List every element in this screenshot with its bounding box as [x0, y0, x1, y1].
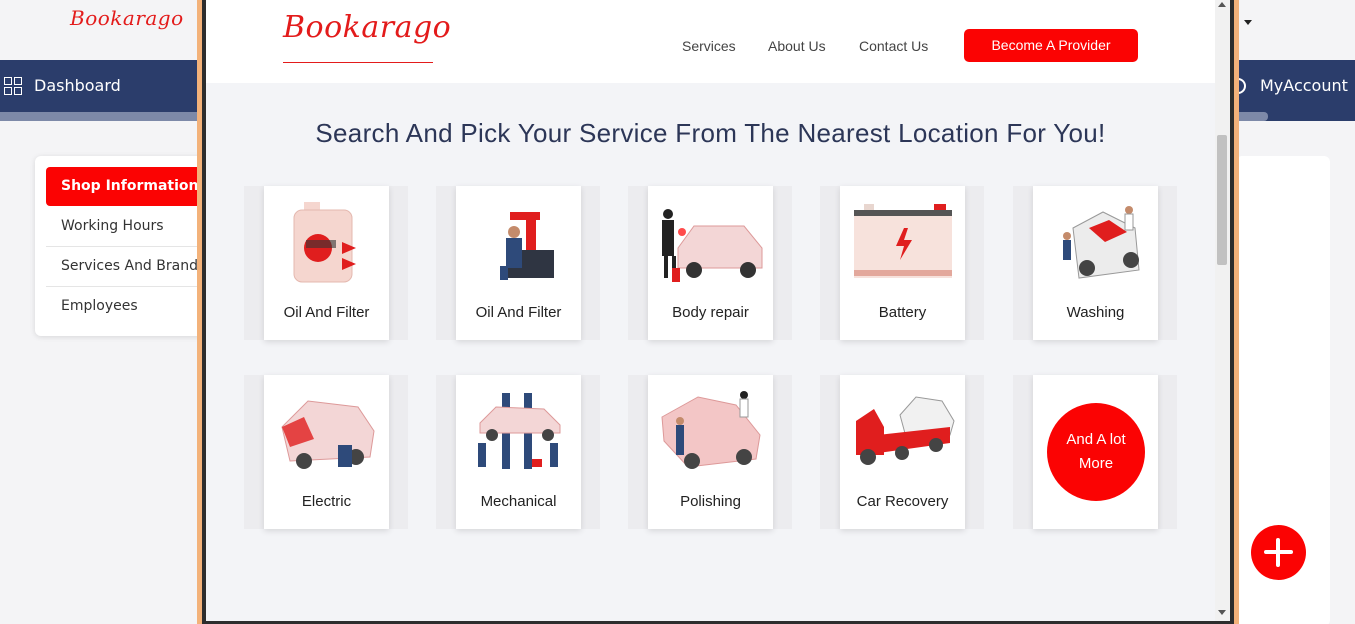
modal-logo-underline	[283, 62, 433, 63]
service-label: Battery	[878, 304, 927, 321]
modal-window: Bookarago Services About Us Contact Us B…	[206, 0, 1215, 621]
modal-header: Bookarago Services About Us Contact Us B…	[206, 0, 1215, 83]
service-tile-wrap: Battery	[820, 186, 984, 340]
welding-car-icon	[662, 209, 763, 282]
service-label: Body repair	[672, 304, 749, 321]
scroll-thumb[interactable]	[1217, 135, 1227, 265]
modal-logo[interactable]: Bookarago	[283, 6, 451, 72]
scroll-up-arrow-icon[interactable]	[1218, 2, 1226, 7]
service-label: Oil And Filter	[283, 304, 370, 321]
car-washing-icon	[1063, 206, 1140, 279]
service-tile-battery[interactable]: Battery	[840, 186, 965, 340]
service-tile-wrap: Electric	[244, 375, 408, 529]
car-lift-icon	[478, 393, 561, 469]
service-tile-oil-filter[interactable]: Oil And Filter	[264, 186, 389, 340]
service-label: Mechanical	[480, 493, 557, 510]
car-polishing-icon	[661, 391, 761, 469]
nav-dashboard[interactable]: Dashboard	[4, 76, 121, 95]
service-label: Car Recovery	[856, 493, 949, 510]
more-services-badge[interactable]: And A lot More	[1047, 403, 1145, 501]
modal-scrollbar[interactable]	[1215, 0, 1230, 621]
nav-dashboard-label: Dashboard	[34, 76, 121, 95]
nav-my-account[interactable]: MyAccount	[1230, 76, 1348, 95]
service-tile-wrap: Oil And Filter	[436, 186, 600, 340]
service-label: Oil And Filter	[475, 304, 562, 321]
sidebar-item-services-and-brand[interactable]: Services And Brand	[46, 247, 206, 287]
nav-services[interactable]: Services	[682, 38, 736, 54]
service-label: Polishing	[680, 493, 741, 510]
scroll-down-arrow-icon[interactable]	[1218, 610, 1226, 615]
service-tile-electric[interactable]: Electric	[264, 375, 389, 529]
service-tile-wrap: Polishing	[628, 375, 792, 529]
oil-can-icon	[293, 202, 356, 283]
service-tile-wrap: Mechanical	[436, 375, 600, 529]
chevron-down-icon[interactable]	[1244, 20, 1252, 25]
grid-icon	[4, 76, 22, 95]
service-tile-mechanical[interactable]: Mechanical	[456, 375, 581, 529]
add-button[interactable]	[1251, 525, 1306, 580]
service-tile-wrap: Body repair	[628, 186, 792, 340]
service-tile-wrap: Oil And Filter	[244, 186, 408, 340]
service-tile-body-repair[interactable]: Body repair	[648, 186, 773, 340]
page-title: Search And Pick Your Service From The Ne…	[315, 118, 1106, 148]
modal-logo-text: Bookarago	[283, 10, 452, 45]
service-tile-more[interactable]: And A lot More	[1033, 375, 1158, 529]
battery-icon	[854, 204, 952, 278]
car-electric-icon	[281, 400, 375, 469]
become-provider-button[interactable]: Become A Provider	[964, 29, 1138, 62]
service-label: Electric	[301, 493, 352, 510]
mechanic-tire-icon	[500, 212, 554, 280]
sidebar-item-employees[interactable]: Employees	[46, 287, 206, 327]
nav-contact-us[interactable]: Contact Us	[859, 38, 928, 54]
background-logo: Bookarago	[70, 6, 184, 30]
sidebar-item-working-hours[interactable]: Working Hours	[46, 207, 206, 247]
service-tile-wrap: And A lot More	[1013, 375, 1177, 529]
sidebar-item-shop-information[interactable]: Shop Information	[46, 167, 206, 206]
service-tile-oil-filter[interactable]: Oil And Filter	[456, 186, 581, 340]
tow-truck-icon	[856, 396, 955, 465]
service-tile-polishing[interactable]: Polishing	[648, 375, 773, 529]
service-tile-wrap: Washing	[1013, 186, 1177, 340]
service-label: Washing	[1066, 304, 1125, 321]
service-tile-wrap: Car Recovery	[820, 375, 984, 529]
nav-about-us[interactable]: About Us	[768, 38, 826, 54]
service-tile-car-recovery[interactable]: Car Recovery	[840, 375, 965, 529]
nav-my-account-label: MyAccount	[1260, 76, 1348, 95]
service-tile-washing[interactable]: Washing	[1033, 186, 1158, 340]
